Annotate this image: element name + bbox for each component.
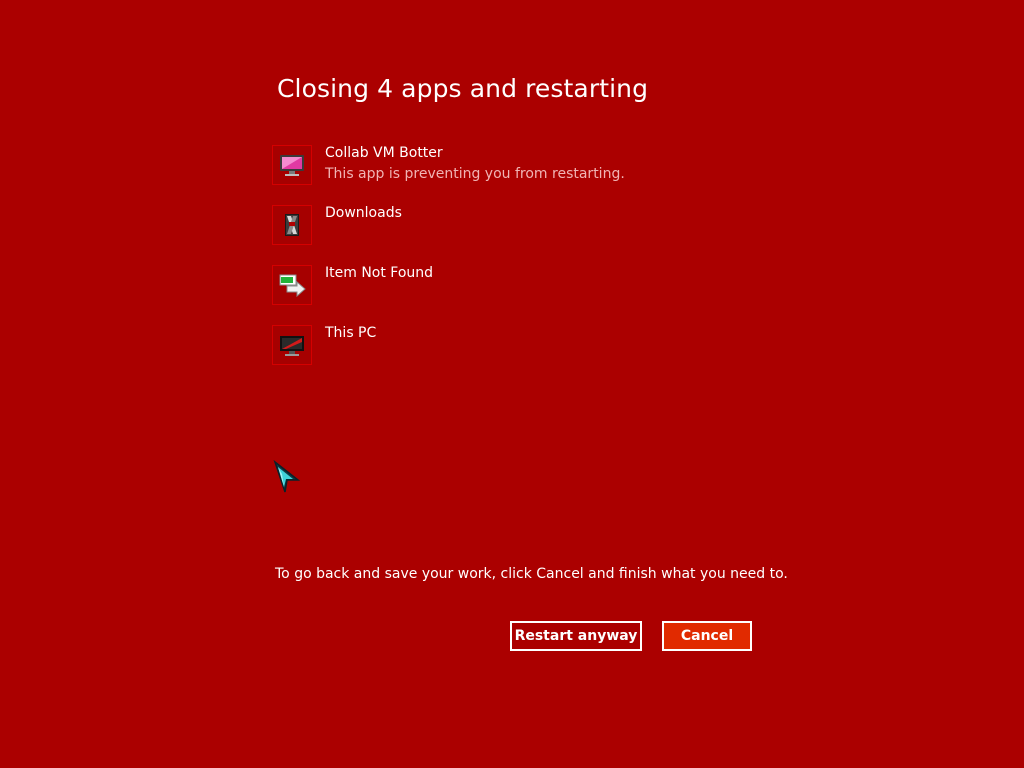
monitor-pink-icon bbox=[272, 145, 312, 185]
page-title: Closing 4 apps and restarting bbox=[277, 74, 649, 103]
app-item-not-found: Item Not Found bbox=[272, 265, 772, 305]
mouse-pointer-icon bbox=[272, 459, 302, 494]
app-item-downloads: Downloads bbox=[272, 205, 772, 245]
app-name: This PC bbox=[325, 325, 377, 341]
app-blocking-note: This app is preventing you from restarti… bbox=[325, 166, 625, 182]
save-work-hint: To go back and save your work, click Can… bbox=[275, 566, 788, 582]
app-name: Item Not Found bbox=[325, 265, 434, 281]
app-name: Collab VM Botter bbox=[325, 145, 443, 161]
app-item-this-pc: This PC bbox=[272, 325, 772, 365]
app-name: Downloads bbox=[325, 205, 402, 221]
restart-anyway-button[interactable]: Restart anyway bbox=[510, 621, 642, 651]
this-pc-monitor-icon bbox=[272, 325, 312, 365]
cancel-button[interactable]: Cancel bbox=[662, 621, 752, 651]
item-not-found-arrow-icon bbox=[272, 265, 312, 305]
restart-screen: Closing 4 apps and restarting Collab VM … bbox=[0, 0, 1024, 768]
downloads-folder-icon bbox=[272, 205, 312, 245]
app-item-collab-vm-botter: Collab VM Botter This app is preventing … bbox=[272, 145, 772, 185]
